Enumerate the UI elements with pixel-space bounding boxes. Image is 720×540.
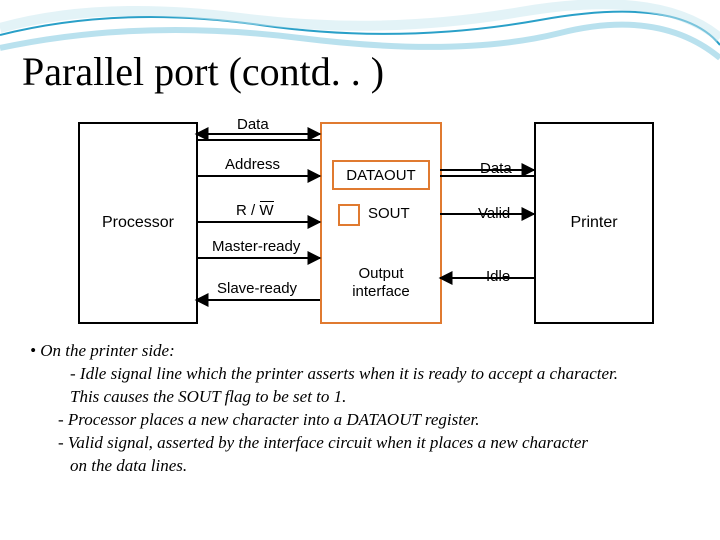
bullet-dot: •: [30, 341, 40, 360]
bullet-1a: - Idle signal line which the printer ass…: [70, 363, 690, 386]
bullet-text: • On the printer side: - Idle signal lin…: [30, 340, 690, 478]
bullet-2: - Processor places a new character into …: [58, 409, 690, 432]
bullet-3b: on the data lines.: [70, 455, 690, 478]
block-diagram: Processor DATAOUT SOUT Output interface …: [0, 110, 720, 330]
connectors: [0, 110, 720, 330]
bullet-3a: - Valid signal, asserted by the interfac…: [58, 432, 690, 455]
bullet-1b: This causes the SOUT flag to be set to 1…: [70, 386, 690, 409]
page-title: Parallel port (contd. . ): [22, 48, 384, 95]
bullet-heading: On the printer side:: [40, 341, 175, 360]
